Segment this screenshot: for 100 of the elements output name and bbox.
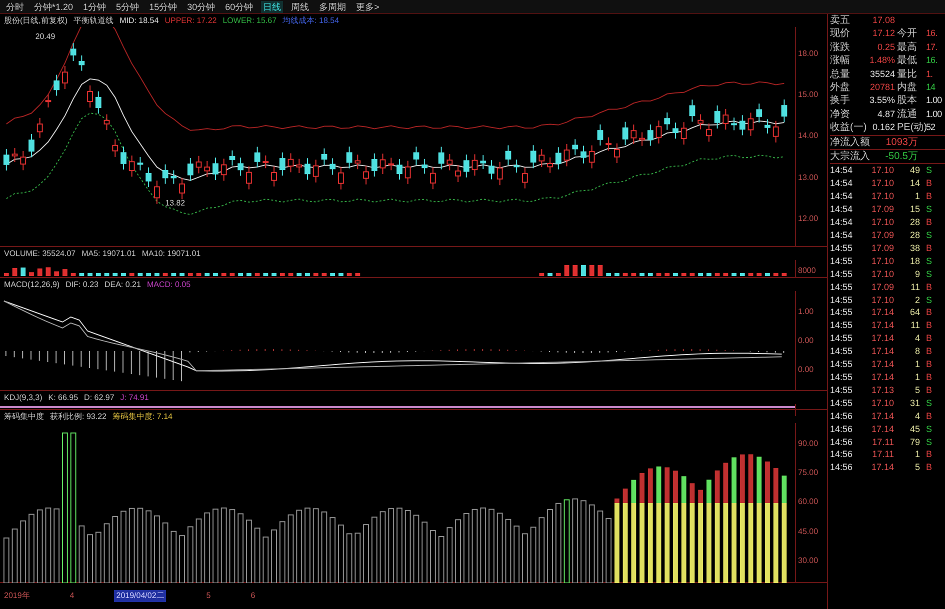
period-tab[interactable]: 1分钟 [81,0,108,12]
tick-volume: 14 [908,177,920,190]
tick-volume: 9 [914,268,920,281]
period-tab[interactable]: 分时 [4,0,26,12]
tick-volume: 4 [914,410,920,423]
period-tab[interactable]: 更多> [354,0,382,12]
tick-price: 17.10 [870,268,894,281]
legend-label: 获利比例: 93.22 [50,410,106,422]
axis-label: 0.00 [798,364,815,374]
candlestick [538,148,545,168]
candlestick [772,120,779,143]
candlestick [246,166,252,190]
period-tab[interactable]: 多周期 [317,0,348,12]
candlestick [430,166,436,190]
tick-time: 14:56 [830,422,854,436]
legend-label: KDJ(9,3,3) [4,392,42,404]
candlestick [338,166,344,190]
candlestick [597,124,604,146]
tick-price: 17.11 [871,436,894,448]
tick-side: S [924,164,932,178]
period-tab[interactable]: 周线 [289,0,312,12]
quote-label: 收益(一) [830,121,868,135]
tick-volume: 1 [914,370,920,384]
tick-time: 14:55 [830,396,854,410]
quote-label: 最低 [896,54,918,68]
candlestick [304,158,310,180]
candlestick [756,103,762,124]
candlestick [572,138,578,156]
axis-label: 15.00 [798,90,820,100]
tick-volume: 49 [908,164,920,178]
tick-side: B [924,358,932,371]
legend-label: DEA: 0.21 [104,278,141,290]
tick-volume: 8 [914,345,920,358]
candlestick [614,142,620,164]
tick-side: B [924,345,932,358]
candlestick [162,164,168,184]
candlestick [606,136,612,152]
tick-time: 14:56 [830,436,854,448]
period-tab[interactable]: 分钟*1.20 [32,0,76,12]
tick-volume: 15 [908,203,920,216]
tick-side: S [924,268,932,281]
legend-label: 均线成本: 18.54 [282,14,340,26]
legend-label: 平衡轨道线 [74,14,114,26]
candlestick [488,160,494,180]
tick-price: 17.14 [870,358,894,371]
quote-label: 内盘 [896,81,918,94]
period-tab[interactable]: 日线 [261,0,284,12]
tick-time: 14:55 [830,358,854,371]
candlestick [656,120,662,144]
period-tab[interactable]: 5分钟 [114,0,142,12]
tick-volume: 1 [914,448,920,462]
date-label: 4 [70,590,74,602]
candlestick [413,146,420,166]
tick-volume: 4 [914,332,920,346]
period-tab[interactable]: 15分钟 [147,0,180,12]
quote-label: 今开 [896,27,918,41]
price-label: 13.82 [165,198,185,208]
candlestick [196,155,202,174]
candlestick [580,145,586,164]
tick-side: S [924,436,932,448]
axis-label: 8000 [798,266,817,276]
tick-side: B [924,448,932,462]
period-tab[interactable]: 30分钟 [185,0,218,12]
legend-label: UPPER: 17.22 [164,14,217,26]
tick-time: 14:56 [830,448,854,462]
tick-volume: 11 [910,319,920,332]
candlestick [62,66,68,90]
candlestick [463,154,470,178]
tick-time: 14:55 [830,294,854,306]
candlestick [137,156,144,171]
price-label: 20.49 [35,32,56,42]
quote-value: 14 [926,81,936,94]
tick-side: S [924,294,932,306]
candlestick [672,122,678,140]
tick-price: 17.10 [870,294,894,306]
tick-price: 17.10 [870,190,894,204]
candlestick [146,166,152,188]
candlestick [422,158,428,174]
candlestick [588,144,595,169]
quote-label: 涨幅 [830,54,851,68]
quote-value: 0.25 [876,40,895,54]
tick-side: S [924,254,932,268]
candlestick [781,98,788,123]
quote-value: 0.162 [871,121,895,134]
tick-time: 14:54 [830,229,854,242]
tick-time: 14:55 [830,254,854,268]
tick-side: B [924,370,932,384]
candlestick [262,154,269,169]
tick-time: 14:55 [830,384,854,397]
tick-price: 17.09 [870,229,894,242]
candlestick [706,122,712,142]
candlestick [179,177,185,200]
candlestick [112,138,118,158]
quote-value: 20781 [868,81,895,94]
legend-label: DIF: 0.23 [66,278,98,290]
candlestick [455,164,461,183]
candlestick [12,148,18,162]
legend-label: MACD: 0.05 [146,278,191,290]
period-tab[interactable]: 60分钟 [223,0,256,12]
candlestick [229,150,236,166]
